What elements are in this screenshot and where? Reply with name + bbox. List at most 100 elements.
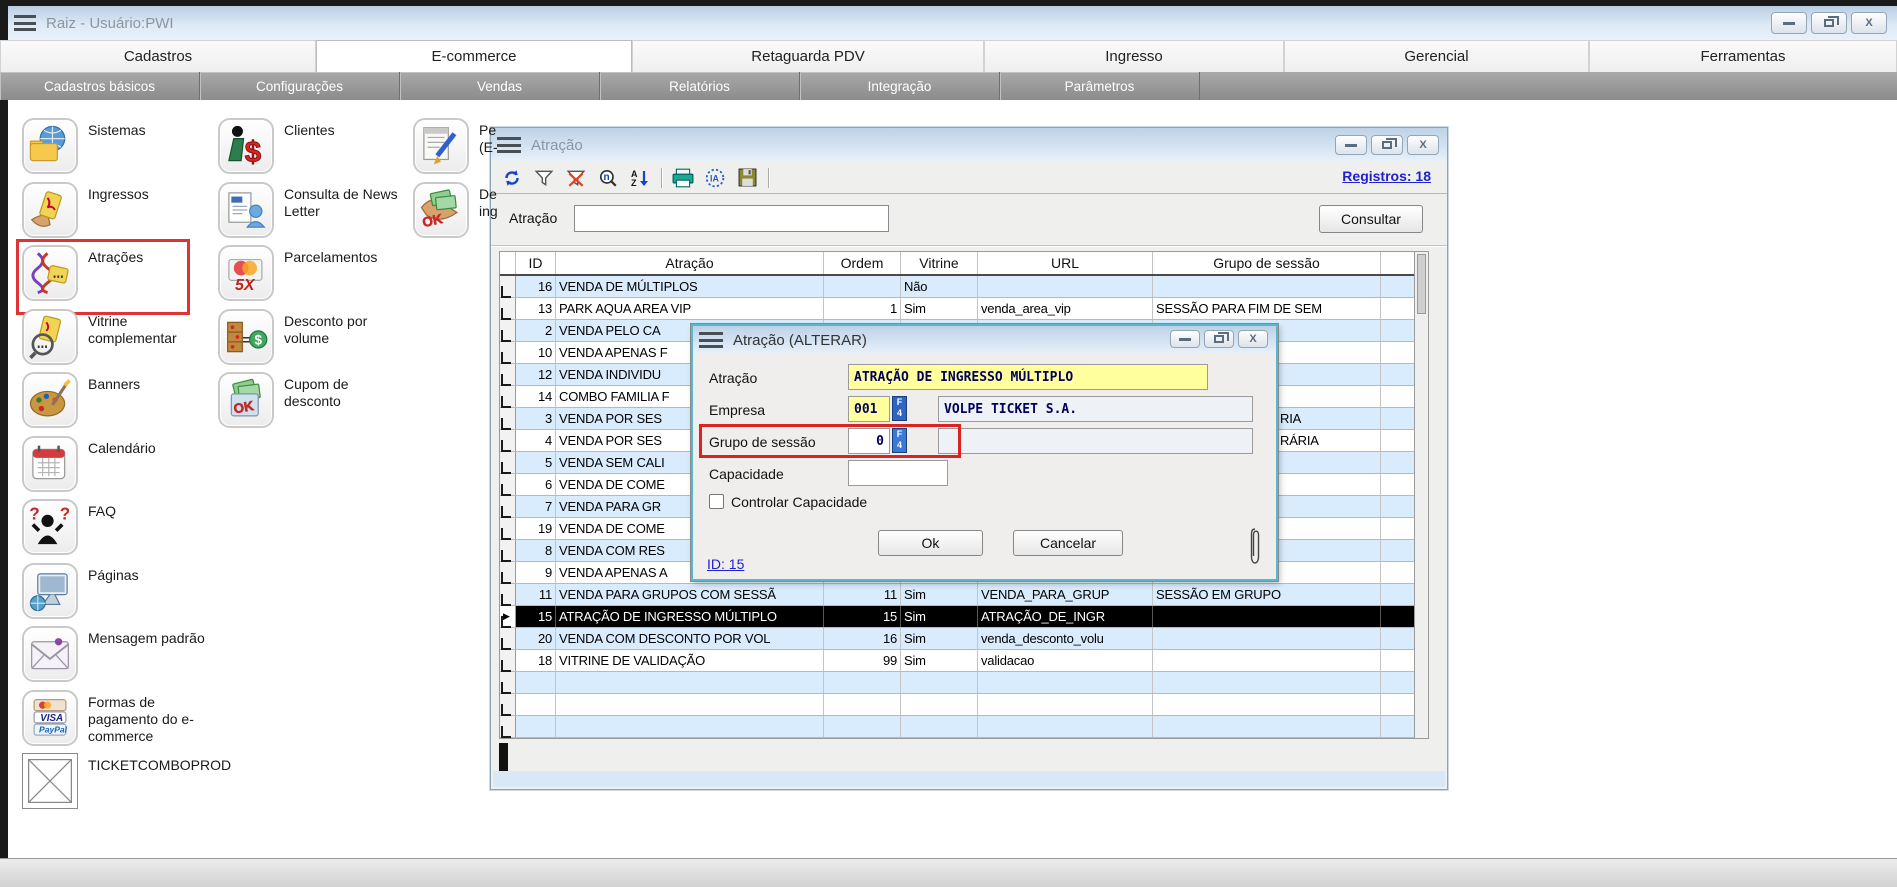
menu-configura-es[interactable]: Configurações (200, 72, 400, 100)
grid-cell-ordem[interactable] (824, 276, 901, 297)
grid-cell-grupo[interactable] (1153, 606, 1381, 627)
minimize-button[interactable] (1170, 330, 1200, 348)
close-button[interactable]: X (1407, 135, 1439, 155)
grid-cell-vitrine[interactable] (901, 716, 978, 737)
grid-scrollbar[interactable] (1414, 252, 1428, 738)
grid-cell-atracao[interactable] (556, 716, 824, 737)
empresa-f4-lookup-button[interactable]: F 4 (892, 396, 907, 421)
sidebar-item-parcelamentos[interactable]: 5XParcelamentos (218, 245, 408, 307)
grid-cell-ordem[interactable] (824, 694, 901, 715)
grid-row-empty[interactable] (500, 716, 1428, 738)
grid-cell-id[interactable]: 5 (516, 452, 556, 473)
newsletter-icon[interactable] (218, 182, 274, 238)
record-id-link[interactable]: ID: 15 (707, 556, 744, 572)
grid-row-id-18[interactable]: 18VITRINE DE VALIDAÇÃO99Simvalidacao (500, 650, 1428, 672)
sidebar-item-cupom-de-desconto[interactable]: OKCupom de desconto (218, 372, 408, 434)
grid-cell-url[interactable] (978, 694, 1153, 715)
grid-cell-ordem[interactable]: 11 (824, 584, 901, 605)
tab-cadastros[interactable]: Cadastros (0, 40, 316, 72)
grid-cell-atracao[interactable] (556, 672, 824, 693)
grid-cell-url[interactable] (978, 276, 1153, 297)
grid-cell-url[interactable]: validacao (978, 650, 1153, 671)
grid-cell-vitrine[interactable]: Sim (901, 584, 978, 605)
sidebar-item-mensagem-padr-o[interactable]: Mensagem padrão (22, 626, 212, 688)
grid-cell-id[interactable]: 6 (516, 474, 556, 495)
sidebar-item-banners[interactable]: Banners (22, 372, 212, 434)
cards-5x-icon[interactable]: 5X (218, 245, 274, 301)
grid-cell-grupo[interactable]: SESSÃO EM GRUPO (1153, 584, 1381, 605)
question-person-icon[interactable]: ?? (22, 499, 78, 555)
hand-tickets-icon[interactable] (22, 182, 78, 238)
sidebar-item-clientes[interactable]: $Clientes (218, 118, 408, 180)
grid-cell-grupo[interactable] (1153, 276, 1381, 297)
ia-icon[interactable]: IA (704, 167, 726, 189)
dialog-hamburger-icon[interactable] (699, 332, 723, 348)
tab-gerencial[interactable]: Gerencial (1284, 40, 1589, 72)
grid-cell-id[interactable]: 16 (516, 276, 556, 297)
grid-cell-id[interactable]: 3 (516, 408, 556, 429)
grid-row-id-13[interactable]: 13PARK AQUA AREA VIP1Simvenda_area_vipSE… (500, 298, 1428, 320)
ok-button[interactable]: Ok (878, 530, 983, 556)
menu-vendas[interactable]: Vendas (400, 72, 600, 100)
menu-relat-rios[interactable]: Relatórios (600, 72, 800, 100)
sidebar-item-atra-es[interactable]: Atrações (22, 245, 212, 307)
grid-cell-id[interactable]: 9 (516, 562, 556, 583)
envelope-icon[interactable] (22, 626, 78, 682)
grid-cell-id[interactable]: 12 (516, 364, 556, 385)
restore-button[interactable] (1811, 12, 1847, 34)
menu-cadastros-b-sicos[interactable]: Cadastros básicos (0, 72, 200, 100)
grid-cell-url[interactable]: VENDA_PARA_GRUP (978, 584, 1153, 605)
grid-cell-ordem[interactable]: 15 (824, 606, 901, 627)
grid-cell-vitrine[interactable]: Sim (901, 606, 978, 627)
grid-cell-url[interactable]: venda_desconto_volu (978, 628, 1153, 649)
grid-cell-id[interactable]: 13 (516, 298, 556, 319)
grid-cell-id[interactable]: 14 (516, 386, 556, 407)
sidebar-item-vitrine-complementar[interactable]: Vitrine complementar (22, 309, 212, 371)
sidebar-item-p-ginas[interactable]: Páginas (22, 563, 212, 625)
grid-row-id-20[interactable]: 20VENDA COM DESCONTO POR VOL16Simvenda_d… (500, 628, 1428, 650)
grid-cell-grupo[interactable]: SESSÃO PARA FIM DE SEM (1153, 298, 1381, 319)
atracao-window-titlebar[interactable]: Atração X (491, 128, 1447, 162)
grid-column-header-id[interactable]: ID (516, 252, 556, 274)
grid-column-header-ordem[interactable]: Ordem (824, 252, 901, 274)
atracao-field[interactable]: ATRAÇÃO DE INGRESSO MÚLTIPLO (848, 364, 1208, 390)
capacidade-field[interactable] (848, 460, 948, 486)
close-button[interactable]: X (1238, 330, 1268, 348)
menu-hamburger-icon[interactable] (14, 15, 36, 31)
sidebar-item-desconto-por-volume[interactable]: =$Desconto por volume (218, 309, 408, 371)
grid-cell-url[interactable]: ATRAÇÃO_DE_INGR (978, 606, 1153, 627)
palette-icon[interactable] (22, 372, 78, 428)
grid-cell-vitrine[interactable]: Sim (901, 650, 978, 671)
sidebar-item-ingressos[interactable]: Ingressos (22, 182, 212, 244)
grid-cell-grupo[interactable] (1153, 650, 1381, 671)
empresa-code-field[interactable]: 001 (848, 396, 890, 422)
grid-cell-url[interactable] (978, 716, 1153, 737)
print-icon[interactable] (672, 167, 694, 189)
grid-cell-vitrine[interactable] (901, 694, 978, 715)
tab-ingresso[interactable]: Ingresso (984, 40, 1284, 72)
tab-e-commerce[interactable]: E-commerce (316, 40, 632, 73)
grid-cell-atracao[interactable]: ATRAÇÃO DE INGRESSO MÚLTIPLO (556, 606, 824, 627)
grid-cell-atracao[interactable] (556, 694, 824, 715)
monitor-globe-icon[interactable] (22, 563, 78, 619)
grid-row-id-16[interactable]: 16VENDA DE MÚLTIPLOSNão (500, 276, 1428, 298)
sidebar-item-de-ing[interactable]: OKDe ing (413, 182, 603, 244)
cancelar-button[interactable]: Cancelar (1013, 530, 1123, 556)
dna-ticket-icon[interactable] (22, 245, 78, 301)
grid-cell-grupo[interactable] (1153, 694, 1381, 715)
ticket-magnifier-icon[interactable] (22, 309, 78, 365)
tab-ferramentas[interactable]: Ferramentas (1589, 40, 1897, 72)
search-input[interactable] (574, 205, 889, 232)
grid-cell-grupo[interactable] (1153, 628, 1381, 649)
grid-cell-id[interactable]: 18 (516, 650, 556, 671)
payment-cards-icon[interactable]: VISAPayPal (22, 690, 78, 746)
grid-column-header-atracao[interactable]: Atração (556, 252, 824, 274)
registros-link[interactable]: Registros: 18 (1342, 168, 1431, 184)
grid-cell-id[interactable]: 8 (516, 540, 556, 561)
menu-integra-o[interactable]: Integração (800, 72, 1000, 100)
sidebar-item-calend-rio[interactable]: Calendário (22, 436, 212, 498)
grid-cell-id[interactable]: 19 (516, 518, 556, 539)
minimize-button[interactable] (1771, 12, 1807, 34)
grid-cell-ordem[interactable]: 99 (824, 650, 901, 671)
grid-cell-grupo[interactable] (1153, 672, 1381, 693)
